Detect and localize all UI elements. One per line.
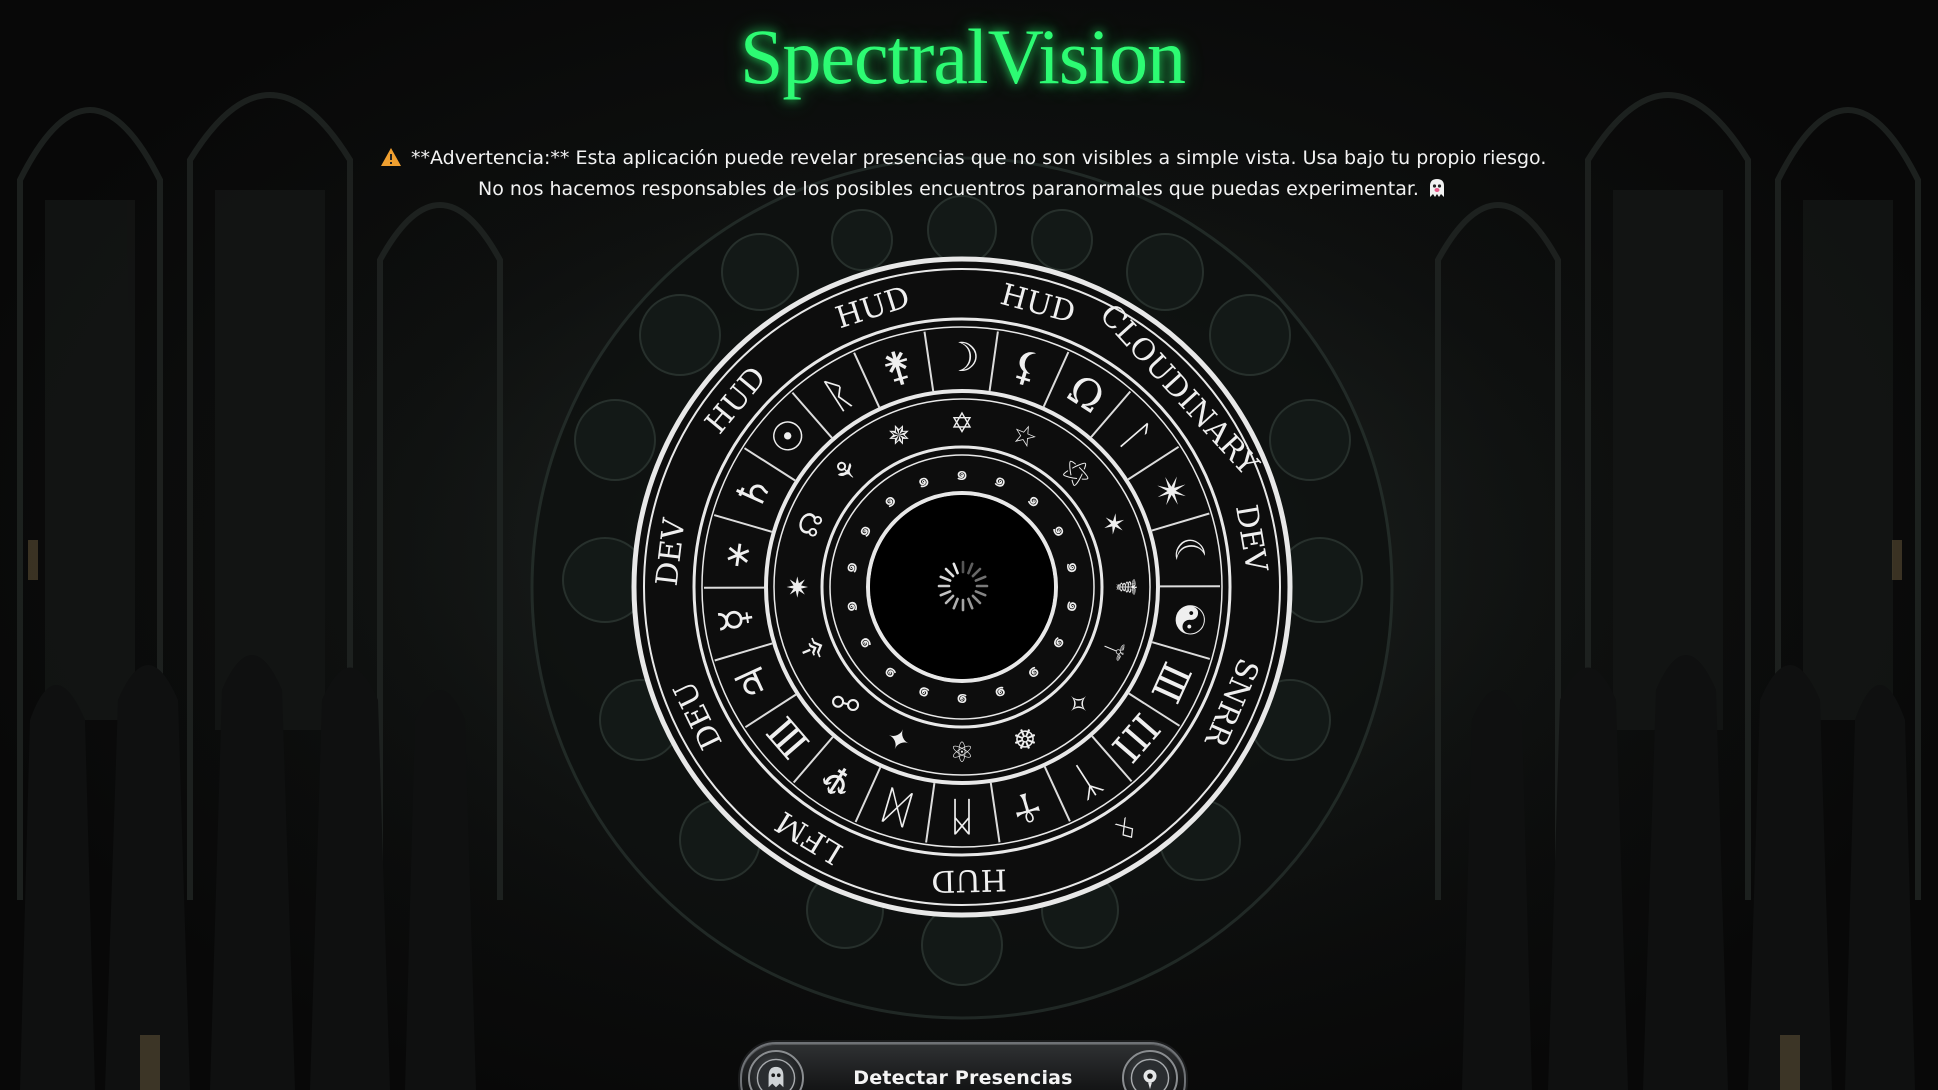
eye-icon bbox=[1122, 1050, 1178, 1090]
detect-presences-button[interactable]: Detectar Presencias bbox=[740, 1042, 1186, 1090]
inner-rune-glyph: ✷ bbox=[782, 575, 815, 598]
warning-text-line-1: **Advertencia:** Esta aplicación puede r… bbox=[411, 147, 1547, 169]
outer-rune-word: HUD bbox=[931, 862, 1007, 899]
ghost-icon bbox=[1429, 179, 1444, 197]
middle-rune-glyph: ☾ bbox=[1163, 533, 1214, 575]
core-rune-glyph: ๑ bbox=[956, 689, 969, 713]
spinner-ray bbox=[974, 575, 987, 582]
inner-rune-glyph: ✡ bbox=[950, 407, 973, 440]
spinner-ray bbox=[944, 594, 955, 605]
spinner-ray bbox=[967, 597, 974, 610]
inner-rune-glyph: ⚛ bbox=[949, 735, 974, 768]
middle-rune-glyph: ☯ bbox=[1163, 599, 1214, 641]
spinner-ray bbox=[939, 590, 952, 597]
warning-message: **Advertencia:** Esta aplicación puede r… bbox=[380, 143, 1547, 205]
core-rune-glyph: ๑ bbox=[956, 461, 969, 485]
middle-rune-glyph: ᛗ bbox=[950, 793, 974, 839]
spinner-ray bbox=[952, 562, 959, 575]
detect-presences-label: Detectar Presencias bbox=[853, 1067, 1073, 1089]
spinner-ray bbox=[971, 567, 982, 578]
warning-line-1: **Advertencia:** Esta aplicación puede r… bbox=[380, 143, 1547, 174]
warning-text-line-2: No nos hacemos responsables de los posib… bbox=[478, 178, 1419, 200]
spinner-ray bbox=[971, 594, 982, 605]
warning-line-2: No nos hacemos responsables de los posib… bbox=[380, 174, 1545, 205]
inner-rune-glyph: ☤ bbox=[1110, 578, 1143, 597]
spinner-ray bbox=[944, 567, 955, 578]
app-title: SpectralVision bbox=[740, 13, 1186, 100]
spinner-ray bbox=[952, 597, 959, 610]
app-stage: SpectralVision **Advertencia:** Esta apl… bbox=[0, 0, 1938, 1090]
warning-triangle-icon bbox=[381, 148, 401, 166]
spinner-ray bbox=[939, 575, 952, 582]
loading-spinner-icon bbox=[937, 560, 989, 612]
spinner-ray bbox=[967, 562, 974, 575]
spinner-ray bbox=[974, 590, 987, 597]
middle-rune-glyph: ☽ bbox=[944, 335, 980, 381]
